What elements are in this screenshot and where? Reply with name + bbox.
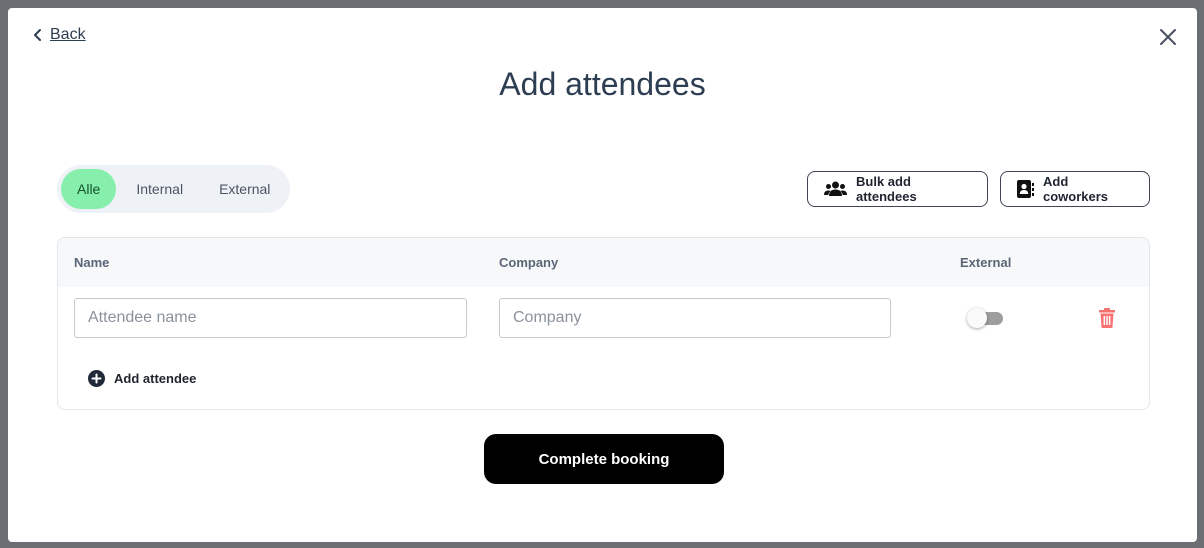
trash-icon[interactable] xyxy=(1098,308,1116,328)
column-name: Name xyxy=(74,255,110,270)
column-external: External xyxy=(960,255,1012,270)
add-attendee-label: Add attendee xyxy=(114,371,197,386)
external-toggle[interactable] xyxy=(967,308,1003,328)
company-input[interactable] xyxy=(499,298,891,338)
attendee-filter: Alle Internal External xyxy=(57,165,291,213)
attendees-table: Name Company External Add attendee xyxy=(57,237,1150,410)
contact-book-icon xyxy=(1017,180,1034,198)
close-icon[interactable] xyxy=(1157,26,1179,48)
tab-alle[interactable]: Alle xyxy=(61,169,117,209)
bulk-add-attendees-button[interactable]: Bulk add attendees xyxy=(807,171,988,207)
toggle-knob xyxy=(967,308,987,328)
bulk-add-label: Bulk add attendees xyxy=(856,174,917,204)
add-attendee-button[interactable]: Add attendee xyxy=(88,370,196,387)
page-title: Add attendees xyxy=(499,66,706,102)
attendee-name-input[interactable] xyxy=(74,298,467,338)
plus-circle-icon xyxy=(88,370,105,387)
tab-internal[interactable]: Internal xyxy=(116,169,203,209)
users-icon xyxy=(824,181,847,196)
add-coworkers-label: Add coworkers xyxy=(1043,174,1109,204)
add-attendees-modal: Back Add attendees Alle Internal Externa… xyxy=(8,8,1197,542)
tab-external[interactable]: External xyxy=(203,169,286,209)
complete-booking-button[interactable]: Complete booking xyxy=(484,434,724,484)
chevron-left-icon xyxy=(34,29,41,41)
table-header: Name Company External xyxy=(58,238,1149,287)
back-label: Back xyxy=(50,26,86,43)
add-coworkers-button[interactable]: Add coworkers xyxy=(1000,171,1150,207)
back-link[interactable]: Back xyxy=(32,26,86,44)
column-company: Company xyxy=(499,255,559,270)
